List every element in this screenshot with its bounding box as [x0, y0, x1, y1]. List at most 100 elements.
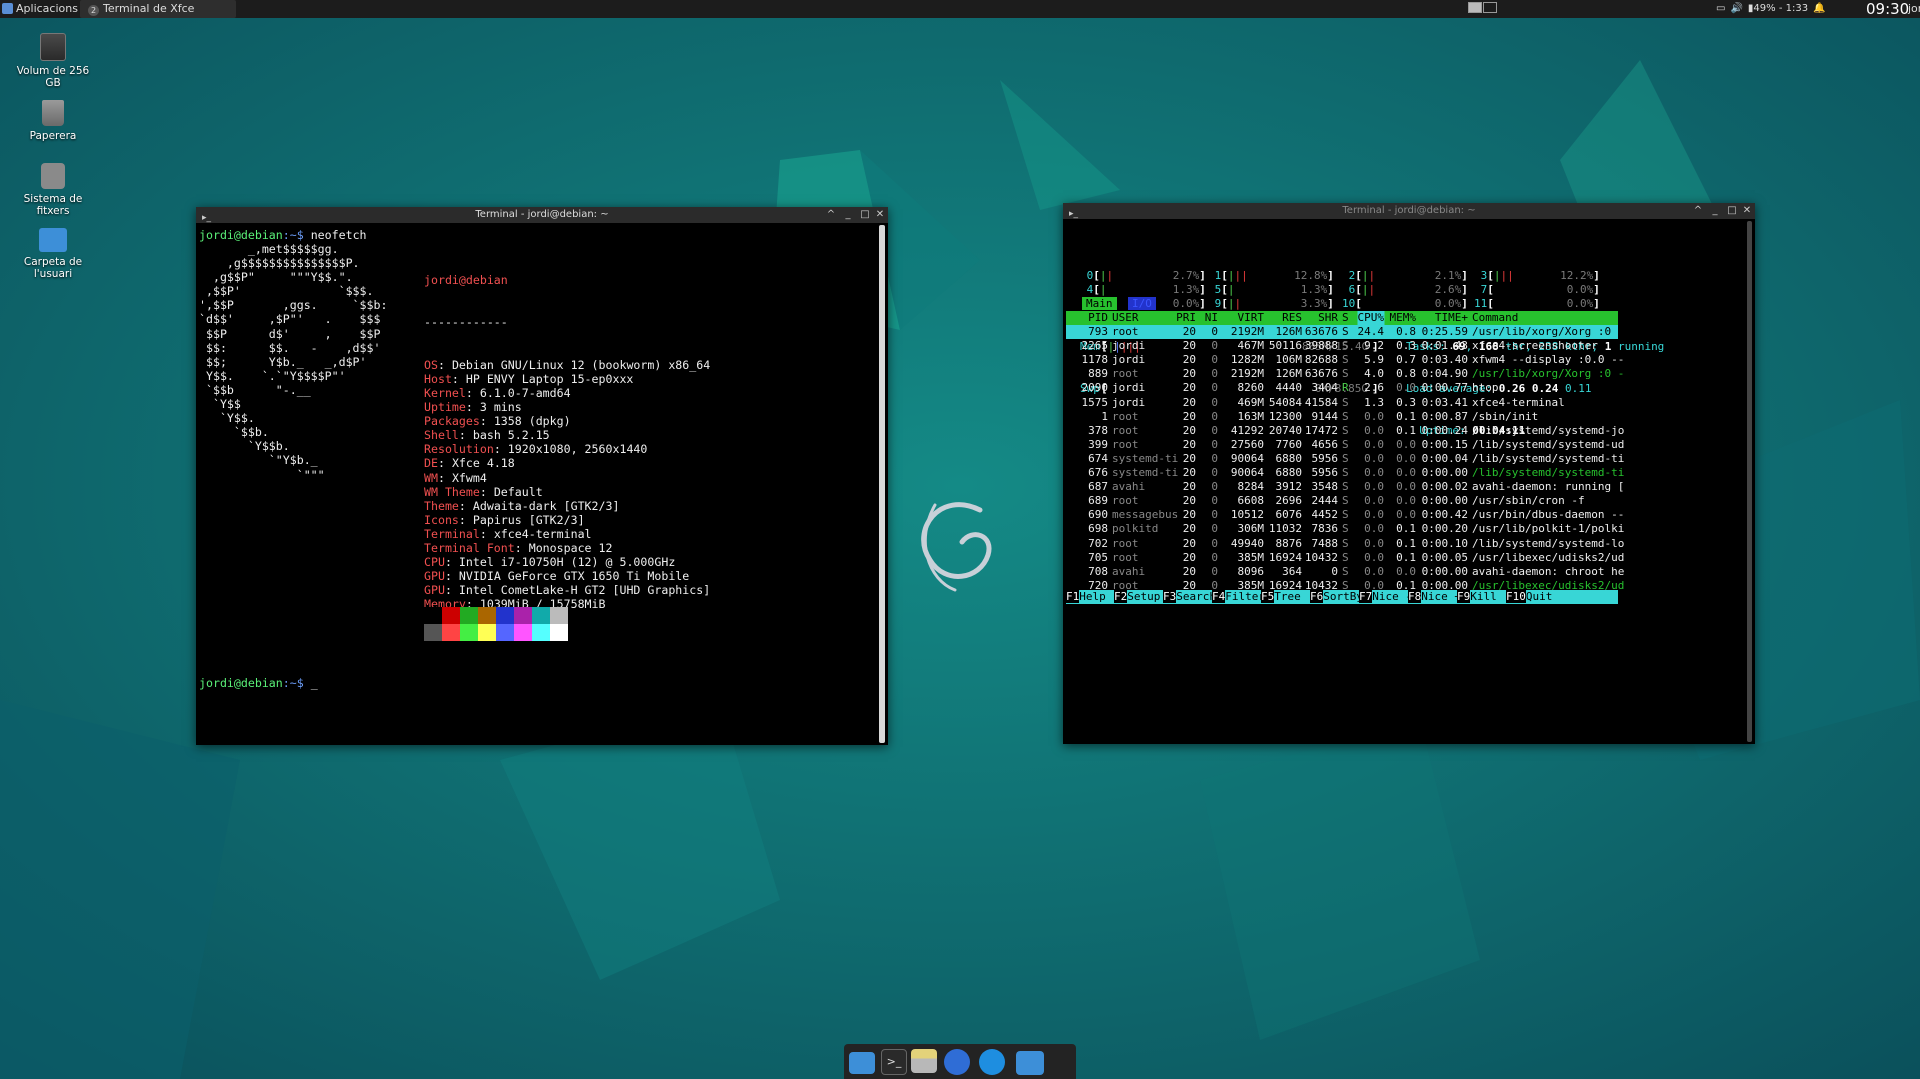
cell-user: root	[1112, 437, 1139, 451]
taskbar-item-terminal[interactable]: 2 Terminal de Xfce	[80, 0, 236, 18]
window-shade-button[interactable]: ^	[824, 207, 838, 223]
column-header[interactable]: PRI	[1176, 311, 1196, 325]
column-header[interactable]: USER	[1112, 311, 1139, 325]
info-key: Icons	[424, 512, 459, 527]
function-key-label: Kill	[1470, 590, 1497, 603]
web-browser-icon[interactable]	[944, 1049, 970, 1075]
ascii-logo-line: `Y$$	[199, 397, 241, 412]
function-key-kill[interactable]: F9Kill	[1457, 590, 1497, 604]
table-row[interactable]: 2090 jordi 20 0 8260 4440 3404 R 2.6 0.0 0:00.77 ht…	[1066, 381, 1618, 395]
window-titlebar[interactable]: ▸_ Terminal - jordi@debian: ~ ^ _ □ ✕	[1063, 203, 1755, 219]
user-menu[interactable]: jordi	[1908, 0, 1920, 18]
table-row[interactable]: 708 avahi 20 0 8096 364 0 S 0.0 0.0 0:00.00 avahi-d…	[1066, 565, 1624, 579]
table-row[interactable]: 793 root 20 0 2192M 126M 63676 S 24.4 0.8 0:25.59 /…	[1066, 325, 1624, 340]
scrollbar[interactable]	[1747, 221, 1752, 742]
terminal-window-htop[interactable]: ▸_ Terminal - jordi@debian: ~ ^ _ □ ✕ 0[…	[1063, 203, 1755, 744]
table-row[interactable]: 378 root 20 0 41292 20740 17472 S 0.0 0.1 0:00.24 /…	[1066, 424, 1624, 438]
neofetch-info-row: WM: Xfwm4	[424, 470, 487, 485]
app-finder-icon[interactable]	[979, 1049, 1005, 1075]
function-key-bar: F1Help F2Setup F3Search F4Filter F5Tree F6Sor…	[1066, 590, 1618, 604]
applications-menu-button[interactable]: Aplicacions	[0, 0, 78, 18]
desktop-icon-home[interactable]: Carpeta de l'usuari	[11, 228, 95, 280]
table-row[interactable]: 689 root 20 0 6608 2696 2444 S 0.0 0.0 0:00.00/usr…	[1066, 494, 1618, 508]
battery-indicator[interactable]: ▮49% - 1:33	[1748, 0, 1808, 18]
table-row[interactable]: 2265 jordi 20 0 467M 50116 39888 S 9.2 0.3 0:01.43…	[1066, 339, 1618, 353]
table-row[interactable]: 1178 jordi 20 0 1282M 106M 82688 S 5.9 0.7 0:03.40…	[1066, 353, 1625, 367]
function-key-quit[interactable]: F10Quit	[1506, 590, 1552, 604]
table-row[interactable]: 889 root 20 0 2192M 126M 63676 S 4.0 0.8 0:04.90/u…	[1066, 367, 1624, 381]
table-row[interactable]: 687 avahi 20 0 8284 3912 3548 S 0.0 0.0 0:00.02 ava…	[1066, 480, 1624, 494]
cell-cmd: xfwm4 --display :0.0 --	[1472, 353, 1625, 367]
folder-icon[interactable]	[1016, 1051, 1044, 1075]
minimize-button[interactable]: _	[841, 207, 855, 223]
column-header[interactable]: TIME+	[1435, 311, 1468, 325]
column-header[interactable]: VIRT	[1238, 311, 1265, 325]
workspace-1[interactable]	[1468, 2, 1482, 13]
table-row[interactable]: 674 systemd-ti 20 0 90064 6880 5956 S 0.0 0.0 0:00…	[1066, 451, 1624, 466]
process-table[interactable]: PID USER PRI NI VIRT RES SHR S CPU% MEM% TIME+ Comm…	[1066, 311, 1625, 631]
scrollbar[interactable]	[879, 225, 885, 743]
function-key-help[interactable]: F1Help	[1066, 590, 1106, 604]
terminal-window-neofetch[interactable]: ▸_ Terminal - jordi@debian: ~ ^ _ □ ✕ jo…	[196, 207, 888, 745]
function-key-tree[interactable]: F5Tree	[1261, 590, 1301, 604]
function-key-number: F10	[1506, 590, 1526, 603]
maximize-button[interactable]: □	[858, 207, 872, 223]
column-header[interactable]: RES	[1282, 311, 1302, 325]
workspace-2[interactable]	[1483, 2, 1497, 13]
desktop-icon-trash[interactable]: Paperera	[11, 100, 95, 142]
notification-bell-icon[interactable]: 🔔	[1813, 0, 1825, 18]
terminal-icon[interactable]: >_	[881, 1049, 907, 1075]
cell-virt: 10512	[1230, 508, 1264, 522]
table-row[interactable]: 702 root 20 0 49940 8876 7488 S 0.0 0.1 0:00.10/li…	[1066, 536, 1624, 551]
maximize-button[interactable]: □	[1725, 203, 1739, 219]
workspace-switcher[interactable]	[1468, 0, 1498, 18]
cell-shr: 63676	[1304, 367, 1338, 381]
prompt-line-2[interactable]: jordi@debian:~$ _	[199, 676, 318, 690]
function-key-setup[interactable]: F2Setup	[1114, 590, 1160, 604]
minimize-button[interactable]: _	[1708, 203, 1722, 219]
applications-menu-label: Aplicacions	[16, 2, 78, 15]
file-manager-icon[interactable]	[911, 1049, 937, 1073]
cell-cpu: 9.2	[1364, 339, 1384, 353]
column-header[interactable]: S	[1342, 311, 1349, 325]
column-header[interactable]: PID	[1088, 311, 1108, 325]
column-header[interactable]: MEM%	[1390, 311, 1417, 325]
function-key-sortby[interactable]: F6SortBy	[1310, 590, 1363, 604]
cell-ni: 0	[1211, 494, 1218, 508]
column-header[interactable]: NI	[1205, 311, 1218, 325]
table-row[interactable]: 705 root 20 0 385M 16924 10432 S 0.0 0.1 0:00.05/u…	[1066, 550, 1624, 565]
cell-mem: 0.0	[1396, 451, 1416, 465]
tab-main[interactable]: Main	[1082, 297, 1117, 310]
cell-shr: 63676	[1304, 325, 1338, 338]
table-row[interactable]: 698 polkitd 20 0 306M 11032 7836 S 0.0 0.1 0:00.20…	[1066, 522, 1624, 536]
cell-cmd: /usr/libexec/udisks2/ud	[1472, 550, 1625, 564]
function-key-nice[interactable]: F8Nice +	[1408, 590, 1461, 604]
table-row[interactable]: 1 root 20 0 163M 12300 9144 S 0.0 0.1 0:00.87/sbin…	[1066, 410, 1618, 424]
show-desktop-icon[interactable]	[849, 1052, 875, 1074]
desktop-icon-volume[interactable]: Volum de 256 GB	[11, 33, 95, 89]
close-button[interactable]: ✕	[1740, 203, 1754, 219]
function-key-search[interactable]: F3Search	[1163, 590, 1216, 604]
column-header[interactable]: SHR	[1318, 311, 1338, 325]
column-header[interactable]: Command	[1472, 311, 1518, 325]
window-shade-button[interactable]: ^	[1691, 203, 1705, 219]
desktop-icon-filesystem[interactable]: Sistema de fitxers	[11, 163, 95, 217]
table-row[interactable]: 1575 jordi 20 0 469M 54084 41584 S 1.3 0.3 0:03.41…	[1066, 396, 1618, 410]
function-key-filter[interactable]: F4Filter	[1212, 590, 1265, 604]
table-row[interactable]: 676 systemd-ti 20 0 90064 6880 5956 S 0.0 0.0 0:00…	[1066, 466, 1624, 480]
column-header[interactable]: CPU%	[1357, 311, 1384, 326]
cell-time: 0:00.05	[1421, 550, 1468, 564]
table-row[interactable]: 399 root 20 0 27560 7760 4656 S 0.0 0.0 0:00.15/li…	[1066, 437, 1624, 452]
table-row[interactable]: 690 messagebus 20 0 10512 6076 4452 S 0.0 0.0 0:00…	[1066, 508, 1624, 522]
neofetch-separator: ------------	[424, 315, 508, 330]
close-button[interactable]: ✕	[873, 207, 887, 223]
clock[interactable]: 09:30	[1866, 0, 1909, 18]
cpu-meter: 0[|| 2.7%]	[1080, 269, 1206, 283]
cell-shr: 3548	[1311, 480, 1339, 494]
cell-pri: 20	[1182, 536, 1196, 550]
function-key-nice[interactable]: F7Nice -	[1359, 590, 1412, 604]
tab-io[interactable]: I/O	[1128, 297, 1156, 310]
window-titlebar[interactable]: ▸_ Terminal - jordi@debian: ~ ^ _ □ ✕	[196, 207, 888, 223]
volume-icon[interactable]: 🔊	[1730, 0, 1742, 18]
display-icon[interactable]: ▭	[1716, 0, 1725, 18]
